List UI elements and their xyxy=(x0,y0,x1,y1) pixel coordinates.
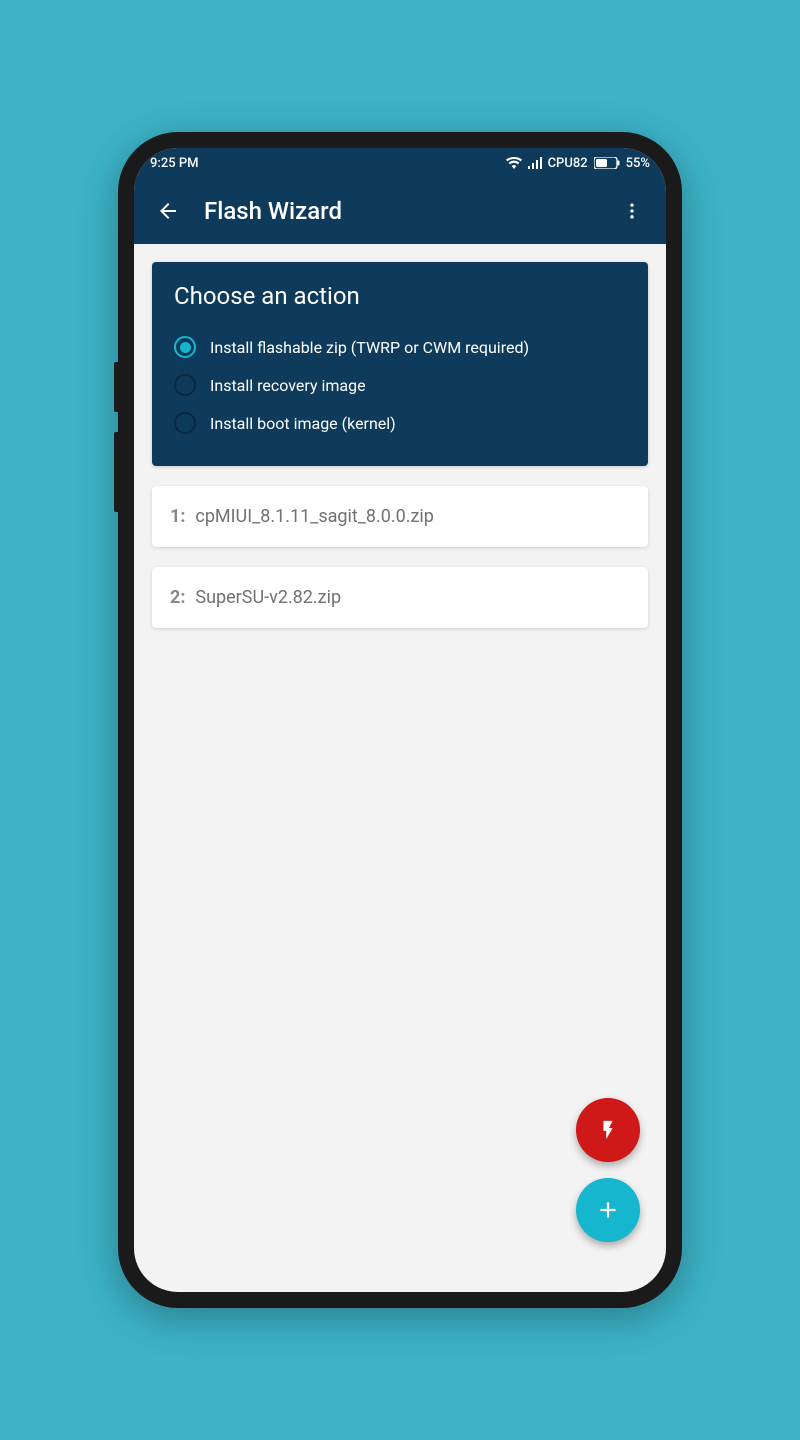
content-area: Choose an action Install flashable zip (… xyxy=(134,244,666,1292)
wifi-icon xyxy=(506,157,522,169)
phone-side-button-1 xyxy=(114,362,118,412)
status-bar: 9:25 PM CPU82 55% xyxy=(134,148,666,178)
file-item-2[interactable]: 2: SuperSU-v2.82.zip xyxy=(152,567,648,628)
file-index: 1: xyxy=(170,506,185,527)
file-item-1[interactable]: 1: cpMIUI_8.1.11_sagit_8.0.0.zip xyxy=(152,486,648,547)
status-time: 9:25 PM xyxy=(150,156,199,171)
radio-icon xyxy=(174,412,196,434)
radio-label: Install boot image (kernel) xyxy=(210,414,396,433)
radio-option-flashable-zip[interactable]: Install flashable zip (TWRP or CWM requi… xyxy=(174,328,626,366)
screen: 9:25 PM CPU82 55% Flash Wizard xyxy=(134,148,666,1292)
flash-fab[interactable] xyxy=(576,1098,640,1162)
more-button[interactable] xyxy=(610,189,654,233)
file-name: SuperSU-v2.82.zip xyxy=(195,587,341,608)
phone-frame: 9:25 PM CPU82 55% Flash Wizard xyxy=(118,132,682,1308)
radio-label: Install recovery image xyxy=(210,376,366,395)
battery-icon xyxy=(594,157,620,169)
status-right: CPU82 55% xyxy=(506,156,650,171)
add-fab[interactable] xyxy=(576,1178,640,1242)
more-vert-icon xyxy=(622,201,642,221)
action-card-title: Choose an action xyxy=(174,282,626,310)
phone-side-button-2 xyxy=(114,432,118,512)
radio-icon xyxy=(174,336,196,358)
status-battery-pct: 55% xyxy=(626,156,650,171)
radio-option-boot-image[interactable]: Install boot image (kernel) xyxy=(174,404,626,442)
radio-icon xyxy=(174,374,196,396)
arrow-back-icon xyxy=(156,199,180,223)
page-title: Flash Wizard xyxy=(204,197,610,225)
back-button[interactable] xyxy=(146,189,190,233)
app-bar: Flash Wizard xyxy=(134,178,666,244)
signal-icon xyxy=(528,157,542,169)
status-cpu: CPU82 xyxy=(548,156,588,171)
file-name: cpMIUI_8.1.11_sagit_8.0.0.zip xyxy=(195,506,433,527)
plus-icon xyxy=(595,1197,621,1223)
radio-option-recovery-image[interactable]: Install recovery image xyxy=(174,366,626,404)
file-index: 2: xyxy=(170,587,185,608)
action-card: Choose an action Install flashable zip (… xyxy=(152,262,648,466)
flash-icon xyxy=(597,1115,619,1145)
radio-label: Install flashable zip (TWRP or CWM requi… xyxy=(210,338,529,357)
